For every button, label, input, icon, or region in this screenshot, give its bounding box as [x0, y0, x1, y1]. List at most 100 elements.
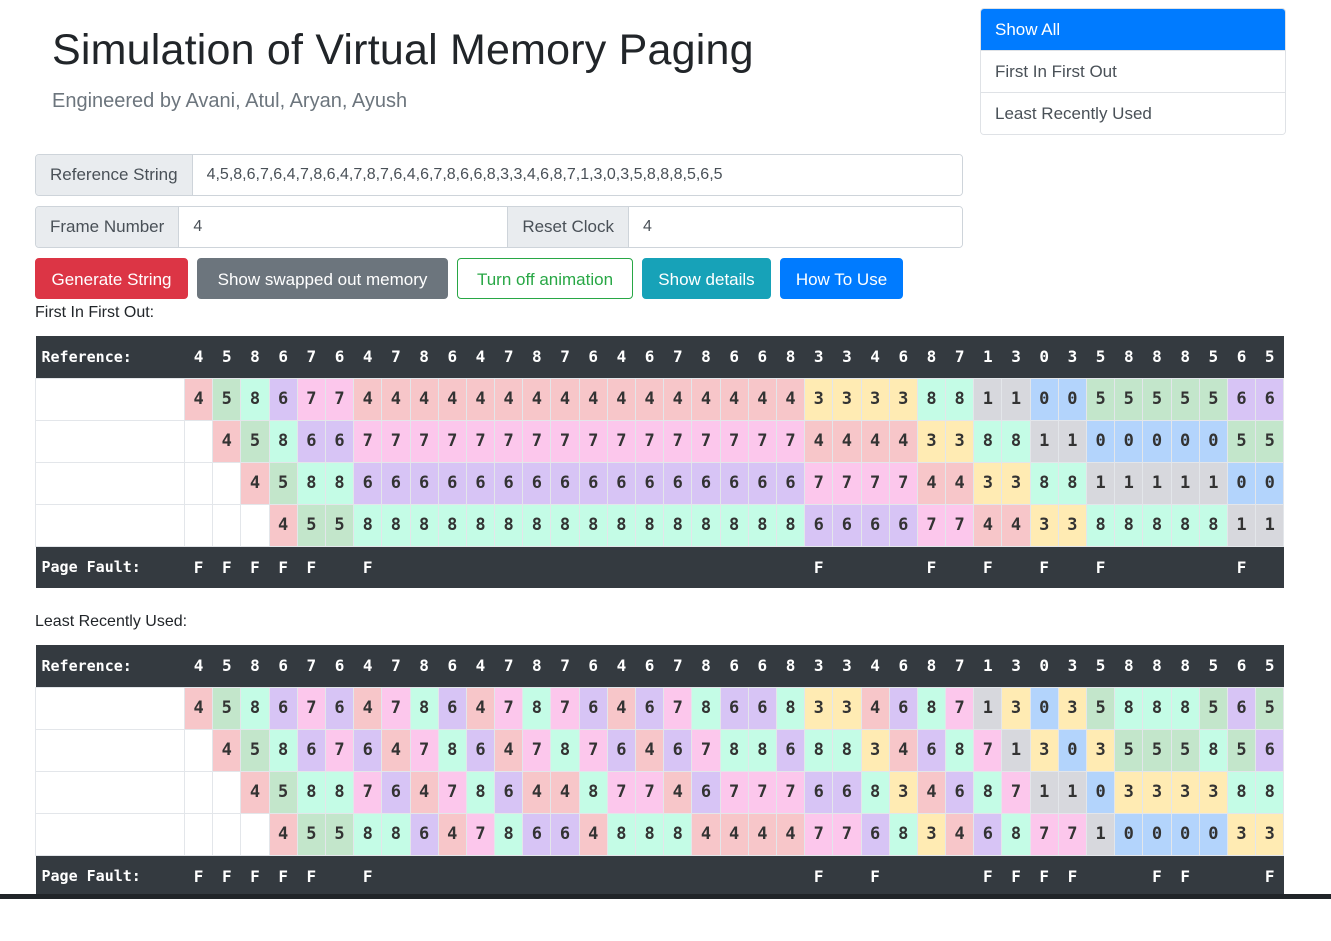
reference-cell: 6 [748, 336, 777, 378]
reference-cell: 6 [635, 645, 664, 687]
frame-cell: 4 [860, 419, 890, 463]
frame-cell: 4 [719, 377, 749, 421]
frame-cell: 4 [578, 377, 608, 421]
frame-cell: 6 [522, 812, 552, 856]
page-fault-cell: F [1255, 855, 1284, 897]
page-fault-cell [1171, 546, 1200, 588]
frame-cell: 4 [860, 686, 890, 730]
frame-cell: 7 [804, 812, 834, 856]
fifo-section-label: First In First Out: [35, 304, 155, 321]
reference-cell: 6 [269, 336, 298, 378]
frame-cell: 0 [1170, 812, 1200, 856]
frame-cell [183, 728, 214, 772]
page-fault-cell [410, 546, 439, 588]
reference-cell: 8 [1142, 645, 1172, 687]
reference-cell: 8 [1114, 336, 1143, 378]
page-title: Simulation of Virtual Memory Paging [52, 26, 754, 74]
frame-cell: 1 [1198, 461, 1228, 505]
show-details-button[interactable]: Show details [642, 258, 771, 299]
page-fault-cell [663, 855, 692, 897]
frame-cell: 8 [550, 503, 580, 547]
frame-cell: 5 [324, 812, 355, 856]
menu-item-fifo[interactable]: First In First Out [981, 50, 1285, 92]
frame-cell: 8 [578, 770, 608, 814]
frame-cell: 6 [465, 461, 496, 505]
page-fault-cell: F [1001, 855, 1031, 897]
how-to-use-button[interactable]: How To Use [780, 258, 903, 299]
page-fault-cell [1114, 546, 1143, 588]
frame-cell: 3 [1029, 728, 1059, 772]
reference-cell: 3 [832, 645, 861, 687]
frame-cell: 7 [945, 686, 975, 730]
page-fault-cell [1199, 855, 1228, 897]
show-swapped-memory-button[interactable]: Show swapped out memory [197, 258, 448, 299]
frame-cell: 5 [1170, 728, 1200, 772]
reset-clock-input[interactable] [628, 207, 962, 247]
frame-cell: 8 [409, 503, 439, 547]
page-fault-cell: F [297, 855, 326, 897]
frame-cell: 3 [888, 377, 918, 421]
frame-cell [183, 419, 214, 463]
frame-cell: 3 [916, 419, 947, 463]
frame-cell: 6 [860, 503, 890, 547]
page-fault-cell [494, 546, 523, 588]
frame-cell: 6 [550, 461, 580, 505]
frame-cell: 6 [804, 770, 834, 814]
frame-cell: 4 [973, 503, 1003, 547]
toggle-animation-button[interactable]: Turn off animation [457, 258, 633, 299]
page-fault-cell [1142, 546, 1172, 588]
frame-cell: 3 [1085, 728, 1116, 772]
frame-cell: 1 [1029, 770, 1059, 814]
page-fault-cell [635, 546, 664, 588]
frame-cell: 8 [634, 503, 665, 547]
reference-cell: 8 [410, 336, 439, 378]
frame-cell [183, 770, 214, 814]
frame-cell: 7 [634, 419, 665, 463]
frame-cell: 0 [1226, 461, 1257, 505]
reference-cell: 7 [945, 645, 974, 687]
frame-cell: 4 [747, 377, 777, 421]
frame-cell: 8 [1142, 503, 1172, 547]
frame-cell: 8 [1029, 461, 1059, 505]
frame-cell: 3 [1057, 503, 1088, 547]
frame-cell: 6 [268, 377, 298, 421]
frame-cell: 6 [606, 461, 637, 505]
frame-cell: 5 [1085, 377, 1116, 421]
frame-cell: 7 [296, 686, 326, 730]
page-fault-cell [720, 546, 749, 588]
frame-cell: 0 [1057, 377, 1088, 421]
frame-cell: 4 [832, 419, 862, 463]
frame-cell: 6 [409, 812, 439, 856]
frame-cell: 3 [1114, 770, 1144, 814]
page-fault-cell [381, 855, 410, 897]
fifo-frame-row: 4588666666666666666677774433881111100 [35, 461, 1285, 505]
generate-string-button[interactable]: Generate String [35, 258, 188, 299]
page-fault-cell [438, 855, 467, 897]
frame-cell: 8 [973, 770, 1003, 814]
reference-cell: 5 [1255, 336, 1284, 378]
frame-cell: 0 [1085, 419, 1116, 463]
frame-cell: 4 [183, 686, 214, 730]
reference-cell: 4 [861, 336, 890, 378]
frame-cell: 6 [973, 812, 1003, 856]
page-fault-cell [748, 855, 777, 897]
frame-cell [212, 812, 242, 856]
frame-cell: 1 [1142, 461, 1172, 505]
page-fault-cell: F [269, 855, 298, 897]
frame-reset-group: Frame Number Reset Clock [35, 206, 963, 248]
menu-item-show-all[interactable]: Show All [981, 9, 1285, 50]
frame-cell: 7 [381, 686, 411, 730]
reference-string-input[interactable] [192, 155, 962, 195]
frame-cell: 8 [1001, 812, 1031, 856]
frame-cell: 8 [691, 503, 721, 547]
frame-cell: 4 [381, 728, 411, 772]
frame-cell: 8 [465, 770, 496, 814]
frame-cell: 4 [494, 377, 524, 421]
frame-cell [183, 461, 214, 505]
reference-cell: 7 [381, 336, 410, 378]
frame-cell: 7 [578, 419, 608, 463]
frame-cell: 6 [296, 419, 326, 463]
menu-item-lru[interactable]: Least Recently Used [981, 92, 1285, 134]
frame-number-input[interactable] [179, 207, 508, 247]
frame-cell: 4 [522, 770, 552, 814]
